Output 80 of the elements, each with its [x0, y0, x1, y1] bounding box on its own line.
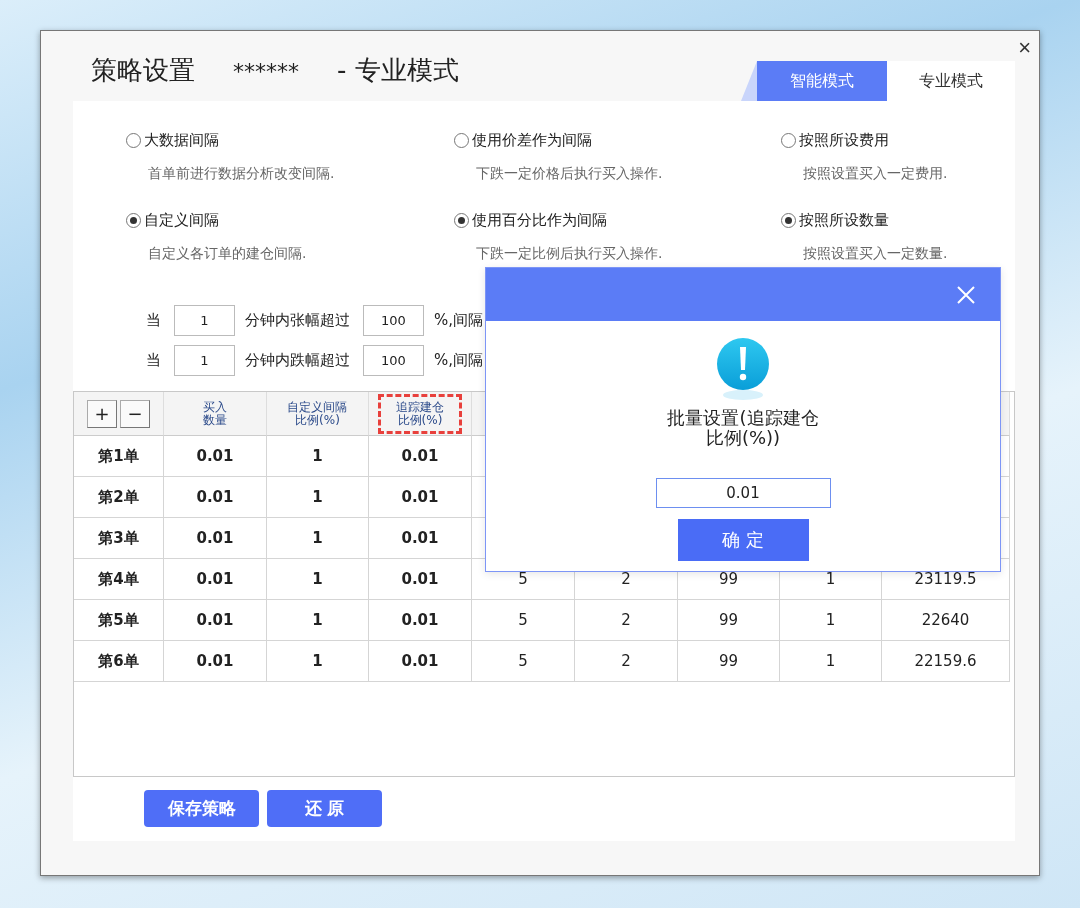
table-cell: 22640 — [882, 600, 1010, 641]
percent-field[interactable]: 100 — [363, 304, 424, 336]
table-cell: 0.01 — [369, 477, 472, 518]
option-description: 按照设置买入一定费用. — [802, 166, 949, 181]
table-cell: 0.01 — [369, 436, 472, 477]
rule-condition: 分钟内跌幅超过 — [245, 350, 350, 370]
option-description: 首单前进行数据分析改变间隔. — [147, 166, 336, 181]
row-label: 第5单 — [74, 600, 164, 641]
close-button[interactable]: × — [1014, 37, 1035, 59]
table-cell: 2 — [575, 641, 678, 682]
rule-prefix: 当 — [146, 350, 161, 370]
column-header: 追踪建仓比例(%) — [380, 396, 460, 431]
option-label: 使用百分比作为间隔 — [472, 211, 607, 230]
table-cell: 1 — [267, 641, 369, 682]
table-cell: 0.01 — [164, 477, 267, 518]
option-label: 使用价差作为间隔 — [472, 131, 592, 150]
mode-title: - 专业模式 — [337, 54, 459, 87]
table-cell: 0.01 — [369, 641, 472, 682]
ratio-field[interactable]: 0.01 — [655, 478, 831, 508]
row-label: 第4单 — [74, 559, 164, 600]
save-button[interactable]: 保存策略 — [144, 790, 259, 827]
table-cell: 0.01 — [164, 436, 267, 477]
minutes-field[interactable]: 1 — [174, 304, 235, 336]
minutes-field[interactable]: 1 — [174, 344, 235, 376]
rule-condition: 分钟内张幅超过 — [245, 310, 350, 330]
option-description: 下跌一定比例后执行买入操作. — [475, 246, 664, 261]
radio-button[interactable] — [781, 133, 796, 148]
row-label: 第6单 — [74, 641, 164, 682]
option-label: 大数据间隔 — [144, 131, 219, 150]
radio-button[interactable] — [781, 213, 796, 228]
option-description: 按照设置买入一定数量. — [802, 246, 949, 261]
table-cell: 5 — [472, 600, 575, 641]
table-cell: 1 — [267, 600, 369, 641]
warning-icon — [717, 338, 769, 400]
table-cell: 0.01 — [369, 518, 472, 559]
table-cell: 99 — [678, 641, 780, 682]
table-cell: 5 — [472, 641, 575, 682]
table-cell: 22159.6 — [882, 641, 1010, 682]
option-label: 按照所设数量 — [799, 211, 889, 230]
confirm-button[interactable]: 确 定 — [677, 519, 809, 561]
table-cell: 99 — [678, 600, 780, 641]
mode-tab[interactable]: 智能模式 — [741, 61, 887, 101]
column-header: 自定义间隔比例(%) — [286, 398, 349, 429]
table-cell: 0.01 — [164, 518, 267, 559]
table-cell: 2 — [575, 600, 678, 641]
row-label: 第2单 — [74, 477, 164, 518]
table-cell: 1 — [267, 436, 369, 477]
radio-button[interactable] — [126, 213, 141, 228]
table-cell: 1 — [267, 477, 369, 518]
radio-button[interactable] — [454, 213, 469, 228]
rule-suffix: %,间隔 — [434, 350, 484, 370]
table-cell: 1 — [267, 518, 369, 559]
radio-button[interactable] — [454, 133, 469, 148]
reset-button[interactable]: 还 原 — [267, 790, 382, 827]
table-cell: 0.01 — [369, 600, 472, 641]
percent-field[interactable]: 100 — [363, 344, 424, 376]
table-cell: 0.01 — [164, 600, 267, 641]
table-cell: 0.01 — [164, 559, 267, 600]
table-cell: 1 — [780, 600, 882, 641]
remove-button[interactable]: − — [120, 399, 150, 428]
rule-suffix: %,间隔 — [434, 310, 484, 330]
table-cell: 1 — [780, 641, 882, 682]
option-description: 下跌一定价格后执行买入操作. — [475, 166, 664, 181]
option-description: 自定义各订单的建仓间隔. — [147, 246, 308, 261]
table-cell: 0.01 — [369, 559, 472, 600]
radio-button[interactable] — [126, 133, 141, 148]
table-cell: 1 — [267, 559, 369, 600]
dialog-message: 批量设置(追踪建仓比例(%)) — [666, 408, 820, 448]
option-label: 按照所设费用 — [799, 131, 889, 150]
add-button[interactable]: + — [87, 399, 117, 428]
dialog-close-button[interactable] — [956, 284, 976, 305]
row-label: 第3单 — [74, 518, 164, 559]
window-title: 策略设置 — [91, 54, 195, 87]
account-name: ****** — [233, 59, 299, 84]
row-label: 第1单 — [74, 436, 164, 477]
option-label: 自定义间隔 — [144, 211, 219, 230]
table-cell: 0.01 — [164, 641, 267, 682]
column-header: 买入数量 — [202, 398, 228, 429]
mode-tab[interactable]: 专业模式 — [887, 61, 1015, 101]
rule-prefix: 当 — [146, 310, 161, 330]
